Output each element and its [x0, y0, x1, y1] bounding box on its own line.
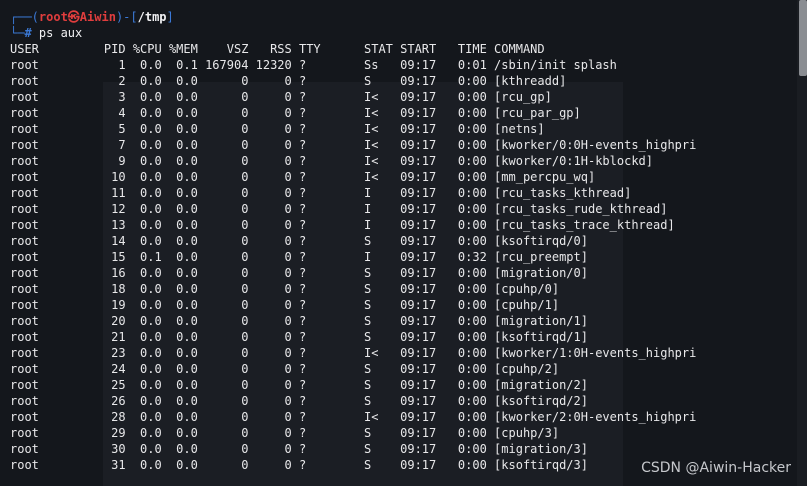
process-row: root 5 0.0 0.0 0 0 ? I< 09:17 0:00 [netn… — [10, 122, 545, 136]
process-row: root 11 0.0 0.0 0 0 ? I 09:17 0:00 [rcu_… — [10, 186, 632, 200]
process-list: root 1 0.0 0.1 167904 12320 ? Ss 09:17 0… — [10, 57, 783, 473]
process-row: root 7 0.0 0.0 0 0 ? I< 09:17 0:00 [kwor… — [10, 138, 697, 152]
process-row: root 4 0.0 0.0 0 0 ? I< 09:17 0:00 [rcu_… — [10, 106, 581, 120]
prompt-line: ┌──(root㉿Aiwin)-[/tmp] — [10, 9, 783, 25]
prompt-path-close: ] — [166, 10, 174, 24]
ps-header: USER PID %CPU %MEM VSZ RSS TTY STAT STAR… — [10, 42, 545, 56]
process-row: root 21 0.0 0.0 0 0 ? S 09:17 0:00 [ksof… — [10, 330, 588, 344]
process-row: root 14 0.0 0.0 0 0 ? S 09:17 0:00 [ksof… — [10, 234, 588, 248]
command-text: ps aux — [31, 26, 83, 40]
prompt-path: /tmp — [137, 10, 167, 24]
prompt-path-open: )-[ — [115, 10, 138, 24]
process-row: root 19 0.0 0.0 0 0 ? S 09:17 0:00 [cpuh… — [10, 298, 560, 312]
process-row: root 26 0.0 0.0 0 0 ? S 09:17 0:00 [ksof… — [10, 394, 588, 408]
process-row: root 18 0.0 0.0 0 0 ? S 09:17 0:00 [cpuh… — [10, 282, 560, 296]
terminal-output[interactable]: ┌──(root㉿Aiwin)-[/tmp] └─# ps aux USER P… — [10, 9, 783, 473]
process-row: root 29 0.0 0.0 0 0 ? S 09:17 0:00 [cpuh… — [10, 426, 560, 440]
command-line[interactable]: └─# ps aux — [10, 25, 783, 41]
scrollbar[interactable] — [797, 0, 807, 486]
process-row: root 30 0.0 0.0 0 0 ? S 09:17 0:00 [migr… — [10, 442, 588, 456]
process-row: root 16 0.0 0.0 0 0 ? S 09:17 0:00 [migr… — [10, 266, 588, 280]
process-row: root 12 0.0 0.0 0 0 ? I 09:17 0:00 [rcu_… — [10, 202, 668, 216]
process-row: root 28 0.0 0.0 0 0 ? I< 09:17 0:00 [kwo… — [10, 410, 697, 424]
process-row: root 24 0.0 0.0 0 0 ? S 09:17 0:00 [cpuh… — [10, 362, 560, 376]
process-row: root 23 0.0 0.0 0 0 ? I< 09:17 0:00 [kwo… — [10, 346, 697, 360]
terminal-window[interactable]: ┌──(root㉿Aiwin)-[/tmp] └─# ps aux USER P… — [0, 0, 807, 486]
process-row: root 15 0.1 0.0 0 0 ? I 09:17 0:32 [rcu_… — [10, 250, 588, 264]
process-row: root 25 0.0 0.0 0 0 ? S 09:17 0:00 [migr… — [10, 378, 588, 392]
prompt-userhost: root㉿Aiwin — [38, 10, 116, 24]
watermark: CSDN @Aiwin-Hacker — [641, 460, 791, 476]
scrollbar-thumb[interactable] — [799, 0, 807, 76]
process-row: root 9 0.0 0.0 0 0 ? I< 09:17 0:00 [kwor… — [10, 154, 653, 168]
process-row: root 20 0.0 0.0 0 0 ? S 09:17 0:00 [migr… — [10, 314, 588, 328]
process-row: root 13 0.0 0.0 0 0 ? I 09:17 0:00 [rcu_… — [10, 218, 675, 232]
prompt-second-prefix: └─ — [10, 26, 25, 40]
prompt-hash: # — [24, 26, 32, 40]
process-row: root 2 0.0 0.0 0 0 ? S 09:17 0:00 [kthre… — [10, 74, 567, 88]
process-row: root 10 0.0 0.0 0 0 ? I< 09:17 0:00 [mm_… — [10, 170, 596, 184]
process-row: root 3 0.0 0.0 0 0 ? I< 09:17 0:00 [rcu_… — [10, 90, 552, 104]
prompt-open: ┌──( — [10, 10, 39, 24]
process-row: root 1 0.0 0.1 167904 12320 ? Ss 09:17 0… — [10, 58, 617, 72]
